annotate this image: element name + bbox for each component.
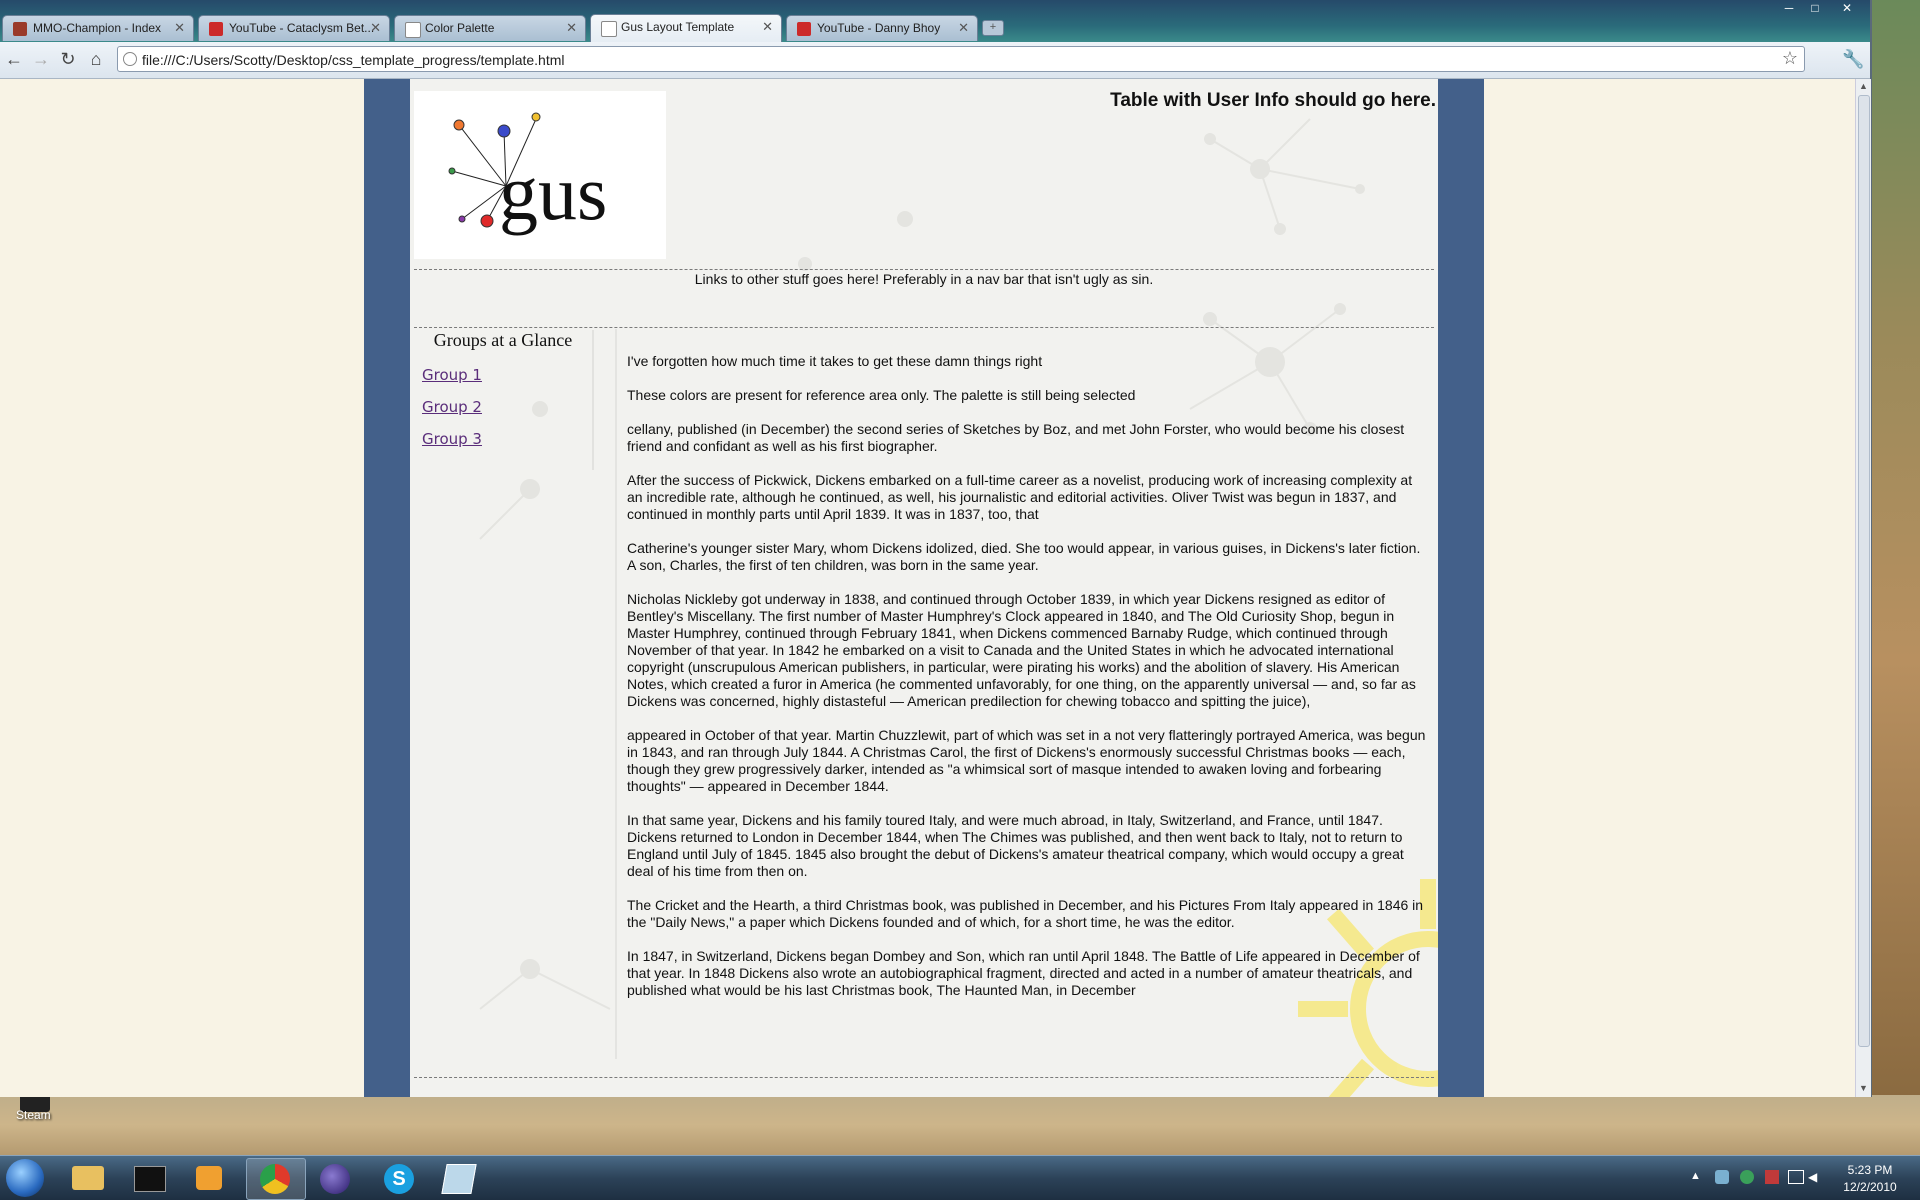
terminal-icon[interactable] bbox=[134, 1166, 166, 1192]
youtube-favicon-icon bbox=[797, 22, 811, 36]
paragraph: The Cricket and the Hearth, a third Chri… bbox=[627, 897, 1424, 930]
maximize-icon[interactable]: □ bbox=[1802, 0, 1828, 18]
forward-icon[interactable]: → bbox=[30, 48, 52, 70]
tab-label: Gus Layout Template bbox=[621, 20, 735, 34]
scrollbar-thumb[interactable] bbox=[1858, 95, 1870, 1047]
main-content: I've forgotten how much time it takes to… bbox=[627, 353, 1429, 1016]
close-icon[interactable]: ✕ bbox=[370, 20, 381, 36]
paragraph: I've forgotten how much time it takes to… bbox=[627, 353, 1043, 369]
close-icon[interactable]: ✕ bbox=[174, 20, 185, 36]
tray-volume-icon[interactable]: ◀ bbox=[1808, 1170, 1817, 1184]
sidebar-link-group-3[interactable]: Group 3 bbox=[422, 430, 482, 448]
tray-flag-icon[interactable] bbox=[1765, 1170, 1779, 1184]
explorer-icon[interactable] bbox=[72, 1166, 104, 1190]
close-icon[interactable]: ✕ bbox=[762, 19, 773, 35]
reload-icon[interactable]: ↻ bbox=[57, 48, 79, 70]
sidebar: Groups at a Glance Group 1 Group 2 Group… bbox=[414, 330, 594, 470]
nav-placeholder: Links to other stuff goes here! Preferab… bbox=[694, 271, 1154, 287]
page-frame: gus Table with User Info should go here.… bbox=[364, 79, 1484, 1097]
tray-steam-icon[interactable] bbox=[1740, 1170, 1754, 1184]
desktop-wallpaper-bottom bbox=[0, 1095, 1920, 1155]
mmo-favicon-icon bbox=[13, 22, 27, 36]
column-divider bbox=[615, 329, 617, 1059]
paragraph: Catherine's younger sister Mary, whom Di… bbox=[627, 540, 1421, 573]
page-favicon-icon bbox=[601, 21, 617, 37]
tray-network-icon[interactable] bbox=[1715, 1170, 1729, 1184]
tab-label: MMO-Champion - Index bbox=[33, 21, 162, 35]
sidebar-link-group-2[interactable]: Group 2 bbox=[422, 398, 482, 416]
logo-text: gus bbox=[499, 149, 607, 236]
url-input[interactable] bbox=[140, 49, 1764, 71]
paragraph: cellany, published (in December) the sec… bbox=[627, 421, 1405, 454]
clock-time[interactable]: 5:23 PM bbox=[1830, 1163, 1910, 1177]
tab-label: YouTube - Danny Bhoy bbox=[817, 21, 941, 35]
start-orb-icon[interactable] bbox=[6, 1159, 44, 1197]
new-tab-button[interactable]: + bbox=[982, 20, 1004, 36]
sidebar-link-group-1[interactable]: Group 1 bbox=[422, 366, 482, 384]
bookmark-star-icon[interactable]: ☆ bbox=[1782, 48, 1798, 69]
address-bar[interactable]: ☆ bbox=[117, 46, 1805, 72]
wrench-menu-icon[interactable]: 🔧 bbox=[1842, 49, 1864, 70]
user-info-placeholder: Table with User Info should go here. bbox=[1110, 90, 1436, 111]
media-player-icon[interactable] bbox=[196, 1166, 222, 1190]
tab-label: Color Palette bbox=[425, 21, 495, 35]
system-tray: ▲ ◀ bbox=[1690, 1170, 1820, 1186]
vertical-scrollbar[interactable]: ▲ ▼ bbox=[1855, 79, 1871, 1097]
tab-color-palette[interactable]: Color Palette ✕ bbox=[394, 15, 586, 41]
taskbar: S ▲ ◀ 5:23 PM 12/2/2010 bbox=[0, 1155, 1920, 1200]
desktop-wallpaper-right bbox=[1870, 0, 1920, 1100]
youtube-favicon-icon bbox=[209, 22, 223, 36]
paragraph: appeared in October of that year. Martin… bbox=[627, 727, 1426, 794]
page-info-icon[interactable] bbox=[123, 52, 137, 66]
tab-youtube-danny-bhoy[interactable]: YouTube - Danny Bhoy ✕ bbox=[786, 15, 978, 41]
paragraph: In that same year, Dickens and his famil… bbox=[627, 812, 1404, 879]
paragraph: Nicholas Nickleby got underway in 1838, … bbox=[627, 591, 1416, 709]
gus-logo: gus bbox=[414, 91, 666, 259]
tab-label: YouTube - Cataclysm Bet... bbox=[229, 21, 375, 35]
minimize-icon[interactable]: ─ bbox=[1776, 0, 1802, 18]
paragraph: After the success of Pickwick, Dickens e… bbox=[627, 472, 1413, 522]
skype-icon[interactable]: S bbox=[384, 1164, 414, 1194]
clock-date[interactable]: 12/2/2010 bbox=[1830, 1180, 1910, 1194]
back-icon[interactable]: ← bbox=[3, 48, 25, 70]
scroll-up-icon[interactable]: ▲ bbox=[1859, 81, 1868, 91]
home-icon[interactable]: ⌂ bbox=[85, 48, 107, 70]
eclipse-icon[interactable] bbox=[320, 1164, 350, 1194]
tab-youtube-cataclysm[interactable]: YouTube - Cataclysm Bet... ✕ bbox=[198, 15, 390, 41]
header-divider bbox=[414, 269, 1434, 270]
close-icon[interactable]: ✕ bbox=[958, 20, 969, 36]
paragraph: These colors are present for reference a… bbox=[627, 387, 1136, 403]
tab-strip: MMO-Champion - Index ✕ YouTube - Catacly… bbox=[0, 0, 1870, 42]
page-viewport: gus Table with User Info should go here.… bbox=[0, 79, 1855, 1097]
close-icon[interactable]: ✕ bbox=[566, 20, 577, 36]
page-content: gus Table with User Info should go here.… bbox=[410, 79, 1438, 1097]
tray-arrow-icon[interactable]: ▲ bbox=[1690, 1170, 1701, 1182]
sidebar-title: Groups at a Glance bbox=[433, 330, 573, 350]
browser-toolbar: ← → ↻ ⌂ ☆ 🔧 bbox=[0, 42, 1870, 79]
logo-molecule: gus bbox=[448, 112, 607, 236]
tray-monitor-icon[interactable] bbox=[1788, 1170, 1804, 1184]
paragraph: In 1847, in Switzerland, Dickens began D… bbox=[627, 948, 1420, 998]
page-favicon-icon bbox=[405, 22, 421, 38]
chrome-icon bbox=[260, 1164, 290, 1194]
close-window-icon[interactable]: ✕ bbox=[1834, 0, 1860, 18]
nav-divider bbox=[414, 327, 1434, 328]
scroll-down-icon[interactable]: ▼ bbox=[1859, 1083, 1868, 1093]
chrome-taskbar-button[interactable] bbox=[246, 1158, 306, 1200]
tab-mmo-champion[interactable]: MMO-Champion - Index ✕ bbox=[2, 15, 194, 41]
notepad-icon[interactable] bbox=[441, 1164, 477, 1194]
footer-divider bbox=[414, 1077, 1434, 1078]
desktop-icon-label[interactable]: Steam bbox=[16, 1108, 51, 1122]
tab-gus-layout[interactable]: Gus Layout Template ✕ bbox=[590, 14, 782, 42]
